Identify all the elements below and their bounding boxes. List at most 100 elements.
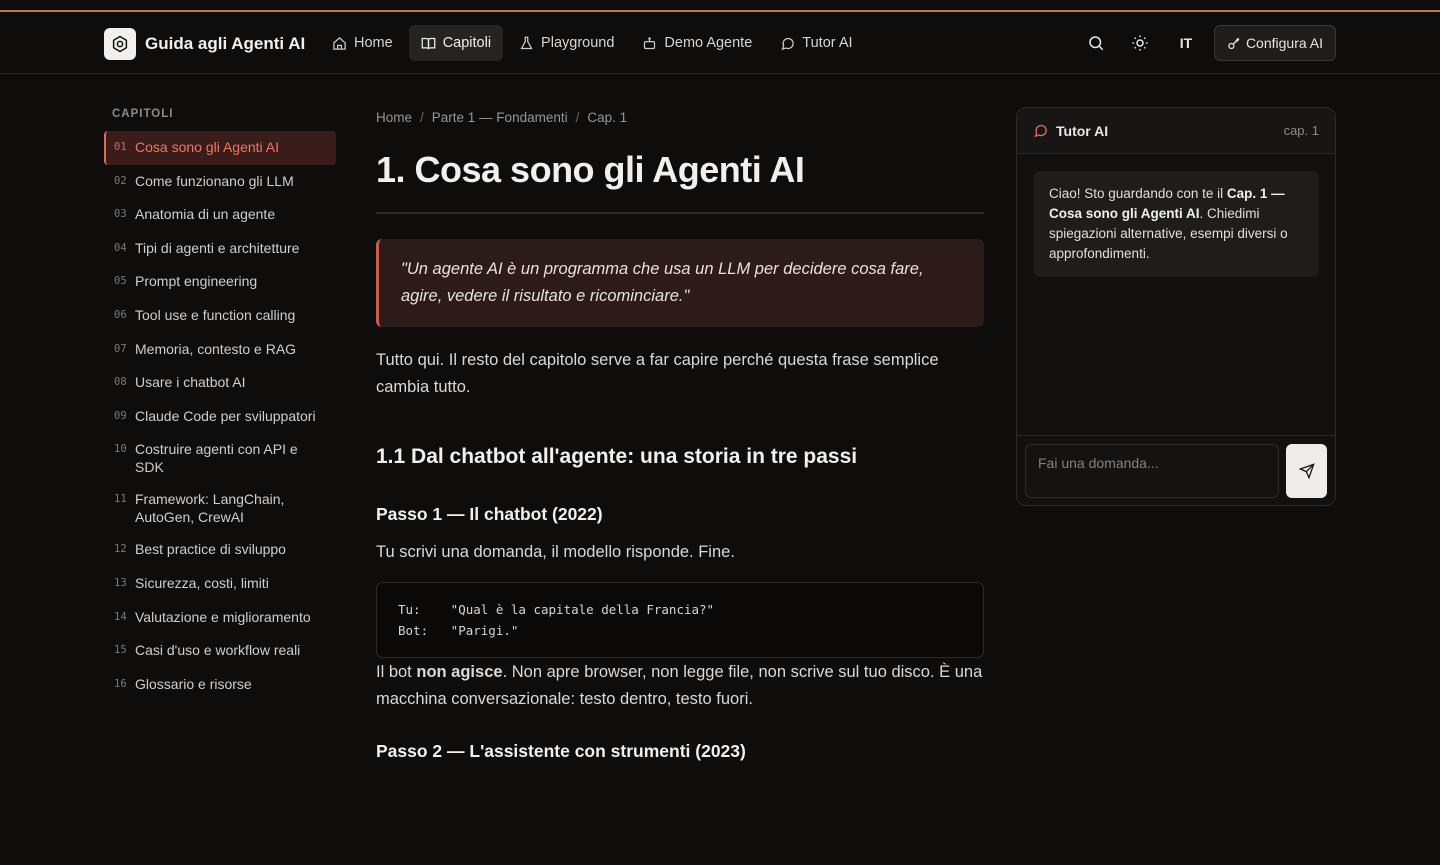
page-title: 1. Cosa sono gli Agenti AI xyxy=(376,149,805,190)
top-header: Guida agli Agenti AI Home Capitoli Playg… xyxy=(0,12,1440,74)
theme-toggle[interactable] xyxy=(1122,25,1158,61)
robot-icon xyxy=(644,36,656,49)
definition-quote: "Un agente AI è un programma che usa un … xyxy=(376,239,984,327)
chapter-list: 01 Cosa sono gli Agenti AI 02 Come funziona… xyxy=(104,131,336,701)
nav-home-label: Home xyxy=(354,35,393,51)
chapter-label: Usare i chatbot AI xyxy=(135,374,246,391)
nav-capitoli-label: Capitoli xyxy=(442,35,492,51)
chat-icon xyxy=(781,37,795,50)
section-heading: 1.1 Dal chatbot all'agente: una storia i… xyxy=(376,445,858,468)
tutor-input-area xyxy=(1017,435,1335,505)
configure-ai-label: Configura AI xyxy=(1245,35,1323,51)
chapter-content: Home / Parte 1 — Fondamenti / Cap. 1 1. … xyxy=(376,108,984,762)
sidebar-chapter-03[interactable]: 03 Anatomia di un agente xyxy=(104,198,336,232)
tutor-header: Tutor AI cap. 1 xyxy=(1017,108,1335,154)
nav-demo-agente[interactable]: Demo Agente xyxy=(630,25,764,61)
step1-paragraph: Tu scrivi una domanda, il modello rispon… xyxy=(376,543,735,561)
intro-paragraph: Tutto qui. Il resto del capitolo serve a… xyxy=(376,351,939,396)
chapter-number: 16 xyxy=(114,677,127,690)
sidebar-chapter-11[interactable]: 11 Framework: LangChain, AutoGen, CrewAI xyxy=(104,483,336,533)
nav-capitoli[interactable]: Capitoli xyxy=(408,25,504,61)
chapter-label: Costruire agenti con API e SDK xyxy=(135,441,298,476)
breadcrumb-part[interactable]: Parte 1 — Fondamenti xyxy=(432,110,568,125)
explanation-text: Il bot xyxy=(376,663,417,681)
sidebar-chapter-15[interactable]: 15 Casi d'uso e workflow reali xyxy=(104,634,336,668)
tutor-message-text: Ciao! Sto guardando con te il xyxy=(1049,186,1227,201)
chapter-label: Claude Code per sviluppatori xyxy=(135,407,316,424)
configure-ai-button[interactable]: Configura AI xyxy=(1213,25,1336,61)
tutor-panel: Tutor AI cap. 1 Ciao! Sto guardando con … xyxy=(1016,107,1336,506)
nav-playground-label: Playground xyxy=(541,35,615,51)
book-icon xyxy=(421,37,436,49)
chapter-number: 07 xyxy=(114,342,127,355)
chapter-label: Come funzionano gli LLM xyxy=(135,172,294,189)
sidebar-chapter-01[interactable]: 01 Cosa sono gli Agenti AI xyxy=(104,131,336,165)
flask-icon xyxy=(520,36,533,49)
sidebar-chapter-06[interactable]: 06 Tool use e function calling xyxy=(104,299,336,333)
chapter-number: 15 xyxy=(114,644,127,657)
chapter-number: 10 xyxy=(114,443,127,456)
sidebar-chapter-09[interactable]: 09 Claude Code per sviluppatori xyxy=(104,400,336,434)
breadcrumb: Home / Parte 1 — Fondamenti / Cap. 1 xyxy=(376,108,984,126)
chapter-label: Tipi di agenti e architetture xyxy=(135,239,300,256)
chapter-number: 08 xyxy=(114,376,127,389)
tutor-question-input[interactable] xyxy=(1025,444,1279,498)
sidebar-chapter-07[interactable]: 07 Memoria, contesto e RAG xyxy=(104,333,336,367)
sidebar-chapter-08[interactable]: 08 Usare i chatbot AI xyxy=(104,366,336,400)
sidebar-title: CAPITOLI xyxy=(112,108,174,120)
home-icon xyxy=(333,36,346,50)
code-block: Tu: "Qual è la capitale della Francia?" … xyxy=(376,582,984,658)
chapter-label: Valutazione e miglioramento xyxy=(135,608,311,625)
key-icon xyxy=(1228,37,1240,49)
title-divider xyxy=(376,212,984,214)
chapter-number: 12 xyxy=(114,543,127,556)
nav-home[interactable]: Home xyxy=(320,25,405,61)
chapter-number: 05 xyxy=(114,275,127,288)
chapter-label: Glossario e risorse xyxy=(135,675,252,692)
sun-icon xyxy=(1132,35,1148,51)
chapter-number: 09 xyxy=(114,409,127,422)
tutor-title: Tutor AI xyxy=(1056,122,1109,139)
breadcrumb-separator: / xyxy=(420,109,424,125)
chapter-label: Prompt engineering xyxy=(135,273,258,290)
sidebar-chapter-02[interactable]: 02 Come funzionano gli LLM xyxy=(104,165,336,199)
sidebar-chapter-13[interactable]: 13 Sicurezza, costi, limiti xyxy=(104,567,336,601)
language-button[interactable]: IT xyxy=(1166,25,1206,61)
breadcrumb-current: Cap. 1 xyxy=(587,109,628,125)
sidebar-chapter-05[interactable]: 05 Prompt engineering xyxy=(104,265,336,299)
brand-title: Guida agli Agenti AI xyxy=(145,34,306,53)
chapter-number: 14 xyxy=(114,610,127,623)
step1-explanation: Il bot non agisce. Non apre browser, non… xyxy=(376,659,984,713)
nav-playground[interactable]: Playground xyxy=(507,25,626,61)
sidebar-chapter-10[interactable]: 10 Costruire agenti con API e SDK xyxy=(104,433,336,483)
sidebar-chapter-14[interactable]: 14 Valutazione e miglioramento xyxy=(104,601,336,635)
sidebar-chapter-12[interactable]: 12 Best practice di sviluppo xyxy=(104,533,336,567)
search-button[interactable] xyxy=(1078,25,1114,61)
chapter-label: Anatomia di un agente xyxy=(135,206,276,223)
nav-tutor-ai-label: Tutor AI xyxy=(802,35,853,51)
chapter-label: Casi d'uso e workflow reali xyxy=(135,642,301,659)
chapter-number: 11 xyxy=(114,493,127,506)
main-nav: Home Capitoli Playground Demo Agente Tut… xyxy=(320,25,865,61)
nav-tutor-ai[interactable]: Tutor AI xyxy=(768,25,864,61)
chapter-number: 13 xyxy=(114,576,127,589)
sidebar-chapter-04[interactable]: 04 Tipi di agenti e architetture xyxy=(104,232,336,266)
send-button[interactable] xyxy=(1286,444,1327,498)
chapter-label: Framework: LangChain, AutoGen, CrewAI xyxy=(135,491,285,526)
step2-heading: Passo 2 — L'assistente con strumenti (20… xyxy=(376,741,746,761)
gear-icon xyxy=(104,28,136,60)
search-icon xyxy=(1089,36,1104,51)
chapter-label: Tool use e function calling xyxy=(135,306,296,323)
tutor-chapter-badge: cap. 1 xyxy=(1283,123,1319,138)
chapter-number: 01 xyxy=(114,141,127,153)
chapter-number: 03 xyxy=(114,208,127,221)
brand[interactable]: Guida agli Agenti AI xyxy=(104,28,305,60)
breadcrumb-separator: / xyxy=(575,109,580,125)
chapter-label: Sicurezza, costi, limiti xyxy=(135,574,269,591)
send-icon xyxy=(1298,463,1315,479)
sidebar-chapter-16[interactable]: 16 Glossario e risorse xyxy=(104,668,336,702)
breadcrumb-home[interactable]: Home xyxy=(376,110,412,125)
chapters-sidebar: CAPITOLI 01 Cosa sono gli Agenti AI 02 Come… xyxy=(104,108,336,701)
chapter-label: Best practice di sviluppo xyxy=(135,541,286,558)
nav-demo-agente-label: Demo Agente xyxy=(664,35,753,51)
